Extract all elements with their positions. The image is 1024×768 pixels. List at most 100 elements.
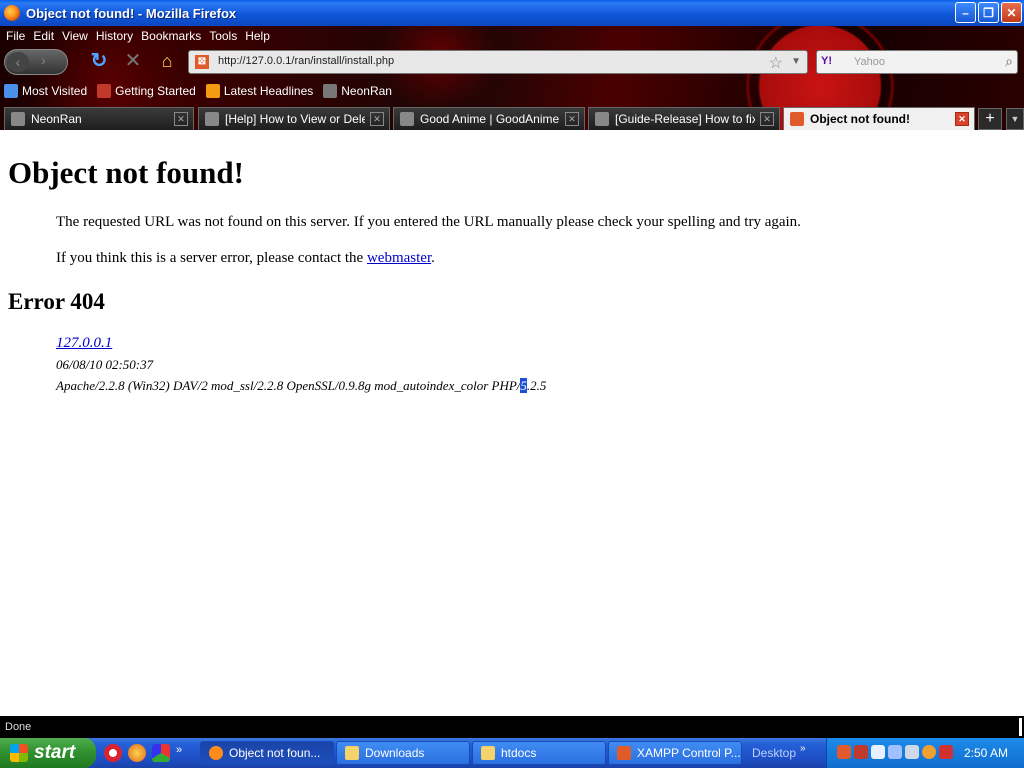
windows-logo-icon	[10, 744, 28, 762]
bookmark-star-icon[interactable]: ☆	[769, 53, 783, 73]
navigation-toolbar: ‹ › ↻ ✕ ⌂ ⊠ http://127.0.0.1/ran/install…	[0, 48, 1024, 76]
menu-view[interactable]: View	[62, 29, 88, 43]
xampp-icon	[617, 746, 631, 760]
taskbar-item-firefox[interactable]: Object not foun...	[200, 741, 334, 765]
status-text: Done	[5, 721, 32, 733]
tab-label: Object not found!	[810, 112, 910, 126]
folder-icon	[481, 746, 495, 760]
back-arrow-icon[interactable]: ‹	[7, 52, 29, 72]
start-button[interactable]: start	[0, 738, 96, 768]
yahoo-engine-icon[interactable]: Y!	[821, 55, 832, 67]
xampp-icon: ⊠	[195, 55, 209, 69]
menu-help[interactable]: Help	[245, 29, 270, 43]
new-tab-button[interactable]: +	[978, 108, 1002, 130]
back-forward-group: ‹ ›	[4, 49, 68, 75]
network-connections-icon[interactable]	[888, 745, 902, 759]
menu-bar: File Edit View History Bookmarks Tools H…	[0, 26, 272, 46]
menu-edit[interactable]: Edit	[33, 29, 54, 43]
error-message: The requested URL was not found on this …	[56, 214, 801, 230]
volume-icon[interactable]	[905, 745, 919, 759]
desktop-toolbar-label[interactable]: Desktop	[752, 746, 796, 760]
start-label: start	[34, 742, 76, 763]
tab-strip: NeonRan ✕ [Help] How to View or Delet...…	[0, 105, 1024, 130]
bookmark-getting-started[interactable]: Getting Started	[97, 84, 196, 98]
url-dropdown-icon[interactable]: ▼	[791, 56, 801, 67]
menu-bookmarks[interactable]: Bookmarks	[141, 29, 201, 43]
clock[interactable]: 2:50 AM	[964, 746, 1008, 760]
bookmark-label: Getting Started	[115, 84, 196, 98]
search-bar[interactable]: Y! Yahoo ⌕	[816, 50, 1018, 74]
tab-good-anime[interactable]: Good Anime | GoodAnime.Net ✕	[393, 107, 585, 130]
menu-history[interactable]: History	[96, 29, 133, 43]
window-title: Object not found! - Mozilla Firefox	[26, 5, 237, 21]
firefox-icon[interactable]	[128, 744, 146, 762]
resize-grip[interactable]	[1019, 718, 1022, 736]
tab-close-icon[interactable]: ✕	[565, 112, 579, 126]
maximize-button[interactable]: ❐	[978, 2, 999, 23]
goodanime-icon	[400, 112, 414, 126]
timestamp: 06/08/10 02:50:37	[56, 357, 154, 372]
status-bar: Done	[0, 716, 1024, 738]
url-bar[interactable]: ⊠ http://127.0.0.1/ran/install/install.p…	[188, 50, 808, 74]
contact-suffix: .	[431, 250, 435, 266]
server-signature: Apache/2.2.8 (Win32) DAV/2 mod_ssl/2.2.8…	[56, 378, 546, 394]
bookmark-label: Most Visited	[22, 84, 88, 98]
xampp-tray-icon[interactable]	[837, 745, 851, 759]
taskbar-item-downloads[interactable]: Downloads	[336, 741, 470, 765]
forward-arrow-icon[interactable]: ›	[41, 52, 46, 68]
opera-icon[interactable]	[104, 744, 122, 762]
home-icon[interactable]: ⌂	[156, 50, 178, 72]
taskbar-item-label: Downloads	[365, 746, 425, 760]
tab-label: Good Anime | GoodAnime.Net	[420, 112, 560, 126]
bookmarks-toolbar: Most Visited Getting Started Latest Head…	[0, 81, 398, 101]
tab-guide-release[interactable]: [Guide-Release] How to fix ... ✕	[588, 107, 780, 130]
server-address-link[interactable]: 127.0.0.1	[56, 335, 112, 351]
url-text[interactable]: http://127.0.0.1/ran/install/install.php	[218, 55, 394, 67]
app-tray-icon[interactable]	[939, 745, 953, 759]
bookmark-most-visited[interactable]: Most Visited	[4, 84, 87, 98]
bookmark-label: NeonRan	[341, 84, 392, 98]
window-titlebar[interactable]: Object not found! - Mozilla Firefox – ❐ …	[0, 0, 1024, 26]
tab-neonran[interactable]: NeonRan ✕	[4, 107, 194, 130]
tab-close-icon[interactable]: ✕	[760, 112, 774, 126]
reload-icon[interactable]: ↻	[88, 50, 110, 72]
security-shield-icon[interactable]	[854, 745, 868, 759]
media-icon[interactable]	[922, 745, 936, 759]
forum-icon	[595, 112, 609, 126]
neonran-icon	[11, 112, 25, 126]
tab-label: NeonRan	[31, 112, 82, 126]
desktop-chevron-icon[interactable]: »	[800, 743, 806, 754]
taskbar-item-htdocs[interactable]: htdocs	[472, 741, 606, 765]
picasa-icon[interactable]	[152, 744, 170, 762]
tab-list-button[interactable]: ▼	[1006, 108, 1024, 130]
tab-close-icon[interactable]: ✕	[174, 112, 188, 126]
bookmark-label: Latest Headlines	[223, 84, 314, 98]
tab-label: [Help] How to View or Delet...	[225, 112, 365, 126]
tab-object-not-found[interactable]: Object not found! ✕	[783, 107, 975, 130]
neonran-icon	[323, 84, 338, 98]
taskbar-item-label: XAMPP Control P...	[637, 746, 741, 760]
search-icon[interactable]: ⌕	[1005, 53, 1013, 70]
tray-icons	[837, 745, 953, 759]
minimize-button[interactable]: –	[955, 2, 976, 23]
taskbar-item-xampp[interactable]: XAMPP Control P...	[608, 741, 742, 765]
tab-close-icon[interactable]: ✕	[370, 112, 384, 126]
network-icon[interactable]	[871, 745, 885, 759]
tab-close-icon[interactable]: ✕	[955, 112, 969, 126]
webmaster-link[interactable]: webmaster	[367, 250, 431, 266]
rss-icon	[205, 84, 220, 98]
stop-icon[interactable]: ✕	[122, 50, 144, 72]
firefox-icon	[209, 746, 223, 760]
close-button[interactable]: ✕	[1001, 2, 1022, 23]
bookmark-latest-headlines[interactable]: Latest Headlines	[205, 84, 314, 98]
bookmark-neonran[interactable]: NeonRan	[323, 84, 392, 98]
firefox-icon	[4, 5, 20, 21]
menu-file[interactable]: File	[6, 29, 25, 43]
server-signature-tail: .2.5	[526, 378, 547, 393]
tab-help-view-delete[interactable]: [Help] How to View or Delet... ✕	[198, 107, 390, 130]
firefox-icon	[97, 84, 112, 98]
search-placeholder[interactable]: Yahoo	[854, 56, 885, 68]
taskbar: start » Object not foun... Downloads htd…	[0, 738, 1024, 768]
quick-launch-chevron-icon[interactable]: »	[176, 744, 182, 762]
menu-tools[interactable]: Tools	[209, 29, 237, 43]
